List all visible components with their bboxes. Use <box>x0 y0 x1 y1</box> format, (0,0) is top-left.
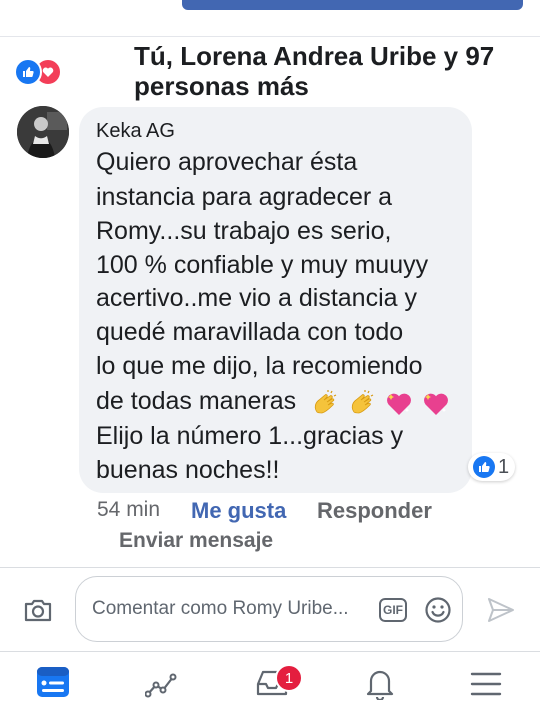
comment-text-line: lo que me dijo, la recomiendo <box>96 352 423 380</box>
send-icon[interactable] <box>486 596 516 624</box>
comment-timestamp: 54 min <box>97 498 161 521</box>
like-icon <box>14 58 42 86</box>
comment-text-line: buenas noches!! <box>96 456 280 484</box>
like-count-value: 1 <box>498 455 510 478</box>
top-action-button[interactable] <box>182 0 523 10</box>
comment-text-line: 100 % confiable y muy muuyy <box>96 251 429 279</box>
notification-badge: 1 <box>275 664 303 692</box>
camera-icon[interactable] <box>23 596 53 624</box>
sparkling-heart-emoji <box>387 393 411 415</box>
comment-text-line: acertivo..me vio a distancia y <box>96 284 417 312</box>
comment-text-line: instancia para agradecer a <box>96 183 393 211</box>
clapping-hands-emoji <box>314 389 337 413</box>
comment-text-line: Elijo la número 1...gracias y <box>96 422 404 450</box>
send-message-button[interactable]: Enviar mensaje <box>119 529 273 553</box>
sparkling-heart-emoji <box>423 393 448 415</box>
reactions-summary-line: Tú, Lorena Andrea Uribe y 97 <box>134 41 495 71</box>
emoji-group <box>311 387 452 417</box>
divider <box>0 567 540 568</box>
avatar[interactable] <box>17 106 69 158</box>
like-button[interactable]: Me gusta <box>191 498 286 524</box>
comment-text-line: quedé maravillada con todo <box>96 318 404 346</box>
reactions-summary-text[interactable]: Tú, Lorena Andrea Uribe y 97 personas má… <box>134 41 524 101</box>
menu-icon[interactable] <box>468 664 504 700</box>
gif-button[interactable]: GIF <box>379 598 407 622</box>
emoji-icon[interactable] <box>424 596 452 624</box>
reply-button[interactable]: Responder <box>317 498 432 524</box>
comment-author[interactable]: Keka AG <box>96 119 175 143</box>
divider <box>0 36 540 37</box>
comment-like-count[interactable]: 1 <box>468 453 516 481</box>
comment-text-line: Romy...su trabajo es serio, <box>96 217 392 245</box>
comment-text-line: Quiero aprovechar ésta <box>96 148 358 176</box>
activity-icon[interactable] <box>144 664 181 700</box>
like-icon <box>473 456 495 478</box>
news-feed-icon[interactable] <box>36 664 72 700</box>
bell-icon[interactable] <box>362 664 398 702</box>
comment-text-line-with-emojis: de todas maneras <box>96 386 452 418</box>
comment-input-placeholder: Comentar como Romy Uribe... <box>92 598 349 619</box>
comment-text-segment: de todas maneras <box>96 387 297 415</box>
reactions-summary-line: personas más <box>134 71 309 101</box>
clapping-hands-emoji <box>351 389 374 413</box>
divider <box>0 651 540 652</box>
reactions-summary[interactable] <box>14 58 66 86</box>
